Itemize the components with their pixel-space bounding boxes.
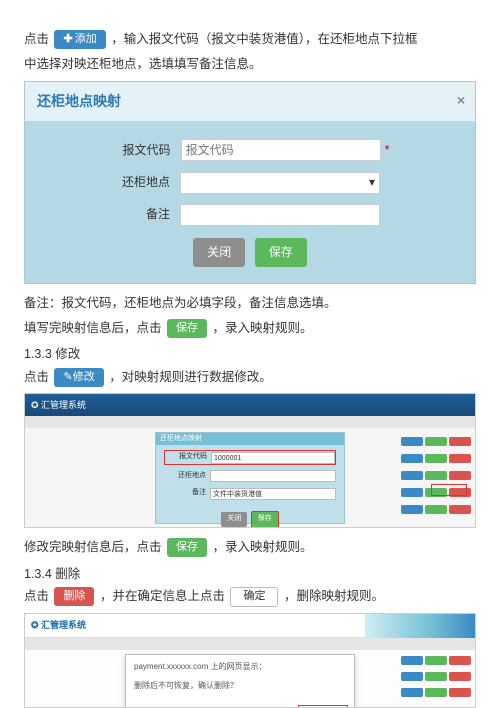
delete-button[interactable]: 删除	[54, 587, 94, 606]
text: 点击	[24, 370, 52, 384]
label-location: 还柜地点	[110, 172, 180, 194]
dialog-title: 还柜地点映射	[37, 93, 121, 109]
screenshot2-body: payment.xxxxxx.com 上的网页显示： 删除后不可恢复，确认删除？…	[25, 650, 475, 707]
note-input[interactable]	[180, 204, 380, 226]
text: 点击	[24, 32, 52, 46]
screenshot-body: 还柜地点映射 报文代码 1000001 还柜地点 备注 文件中装货港值 关闭 保…	[25, 428, 475, 527]
mini-row-loc: 还柜地点	[164, 470, 336, 483]
edit-button-label: 修改	[73, 372, 95, 383]
para-delete-intro: 点击 删除 ，并在确定信息上点击 确定 ，删除映射规则。	[24, 585, 476, 608]
mini-save-button[interactable]: 保存	[251, 511, 279, 528]
dialog-buttons: 关闭 保存	[55, 238, 445, 268]
mini-dialog-buttons: 关闭 保存	[156, 505, 344, 528]
text: 修改完映射信息后，点击	[24, 540, 162, 554]
text: 填写完映射信息后，点击	[24, 321, 162, 335]
mini-label-loc: 还柜地点	[164, 470, 210, 483]
edit-button[interactable]: ✎ 修改	[54, 368, 103, 387]
form-row-code: 报文代码 *	[55, 139, 445, 162]
save-button[interactable]: 保存	[167, 319, 207, 338]
mini-edit-dialog: 还柜地点映射 报文代码 1000001 还柜地点 备注 文件中装货港值 关闭 保…	[155, 432, 345, 524]
confirm-buttons: 确定	[126, 699, 354, 708]
mini-select-loc[interactable]	[210, 470, 336, 482]
confirm-dialog: payment.xxxxxx.com 上的网页显示： 删除后不可恢复，确认删除？…	[125, 654, 355, 708]
screenshot-edit: ✪ 汇管理系统 还柜地点映射 报文代码 1000001 还柜地点 备注 文件中装…	[24, 393, 476, 528]
mini-row-code: 报文代码 1000001	[164, 450, 336, 465]
text: ，删除映射规则。	[284, 589, 384, 603]
text: ，对映射规则进行数据修改。	[109, 370, 272, 384]
section-134: 1.3.4 删除	[24, 563, 476, 586]
para-add-intro-line1: 点击 ✚ 添加 ，输入报文代码（报文中装货港值），在还柜地点下拉框	[24, 28, 476, 51]
text: ，输入报文代码（报文中装货港值），在还柜地点下拉框	[111, 32, 417, 46]
label-note: 备注	[110, 204, 180, 226]
code-input[interactable]	[181, 139, 381, 161]
mini-label-code: 报文代码	[165, 451, 211, 464]
dialog-save-button[interactable]: 保存	[255, 238, 307, 268]
text: ，录入映射规则。	[212, 321, 312, 335]
app-header-2: ✪ 汇管理系统	[25, 614, 475, 638]
mini-label-note: 备注	[164, 487, 210, 500]
text: ，录入映射规则。	[212, 540, 312, 554]
form-row-location: 还柜地点 ▾	[55, 172, 445, 194]
text: ，并在确定信息上点击	[100, 589, 225, 603]
required-mark: *	[385, 139, 390, 162]
note-required: 备注：报文代码，还柜地点为必填字段，备注信息选填。	[24, 292, 476, 315]
app-logo-2: ✪ 汇管理系统	[31, 617, 86, 633]
mini-input-code[interactable]: 1000001	[211, 452, 335, 464]
para-after-edit: 修改完映射信息后，点击 保存 ，录入映射规则。	[24, 536, 476, 559]
plus-icon: ✚	[63, 34, 72, 45]
banner-image	[365, 614, 475, 638]
highlight-box	[431, 484, 467, 496]
dialog-body: 报文代码 * 还柜地点 ▾ 备注 关闭 保存	[25, 121, 475, 283]
para-edit-intro: 点击 ✎ 修改 ，对映射规则进行数据修改。	[24, 366, 476, 389]
add-button-label: 添加	[75, 34, 97, 45]
app-header: ✪ 汇管理系统	[25, 394, 475, 416]
confirm-msg: 删除后不可恢复，确认删除？	[126, 679, 354, 698]
mini-close-button[interactable]: 关闭	[221, 512, 247, 527]
confirm-host-text: payment.xxxxxx.com 上的网页显示：	[126, 655, 354, 679]
dialog-header: 还柜地点映射 ×	[25, 82, 475, 121]
para-add-intro-line2: 中选择对映还柜地点，选填填写备注信息。	[24, 53, 476, 76]
edit-icon: ✎	[63, 372, 72, 383]
para-after-fill: 填写完映射信息后，点击 保存 ，录入映射规则。	[24, 317, 476, 340]
app-nav-2	[25, 638, 475, 650]
text: 点击	[24, 589, 52, 603]
mini-row-note: 备注 文件中装货港值	[164, 487, 336, 500]
confirm-button[interactable]: 确定	[230, 587, 278, 607]
location-select[interactable]: ▾	[180, 172, 380, 194]
section-133: 1.3.3 修改	[24, 343, 476, 366]
form-row-note: 备注	[55, 204, 445, 226]
mini-input-note[interactable]: 文件中装货港值	[210, 488, 336, 500]
mini-dialog-title: 还柜地点映射	[156, 433, 344, 445]
delete-button-label: 删除	[63, 591, 85, 602]
app-nav	[25, 416, 475, 428]
add-button[interactable]: ✚ 添加	[54, 30, 105, 49]
mapping-dialog: 还柜地点映射 × 报文代码 * 还柜地点 ▾ 备注 关闭 保存	[24, 81, 476, 284]
save-button-2[interactable]: 保存	[167, 538, 207, 557]
chevron-down-icon: ▾	[369, 172, 375, 194]
screenshot-delete: ✪ 汇管理系统 payment.xxxxxx.com 上的网页显示： 删除后不可…	[24, 613, 476, 708]
dialog-close-button[interactable]: 关闭	[193, 238, 245, 268]
app-logo: ✪ 汇管理系统	[31, 397, 86, 413]
close-icon[interactable]: ×	[457, 88, 465, 113]
label-code: 报文代码	[111, 140, 181, 162]
